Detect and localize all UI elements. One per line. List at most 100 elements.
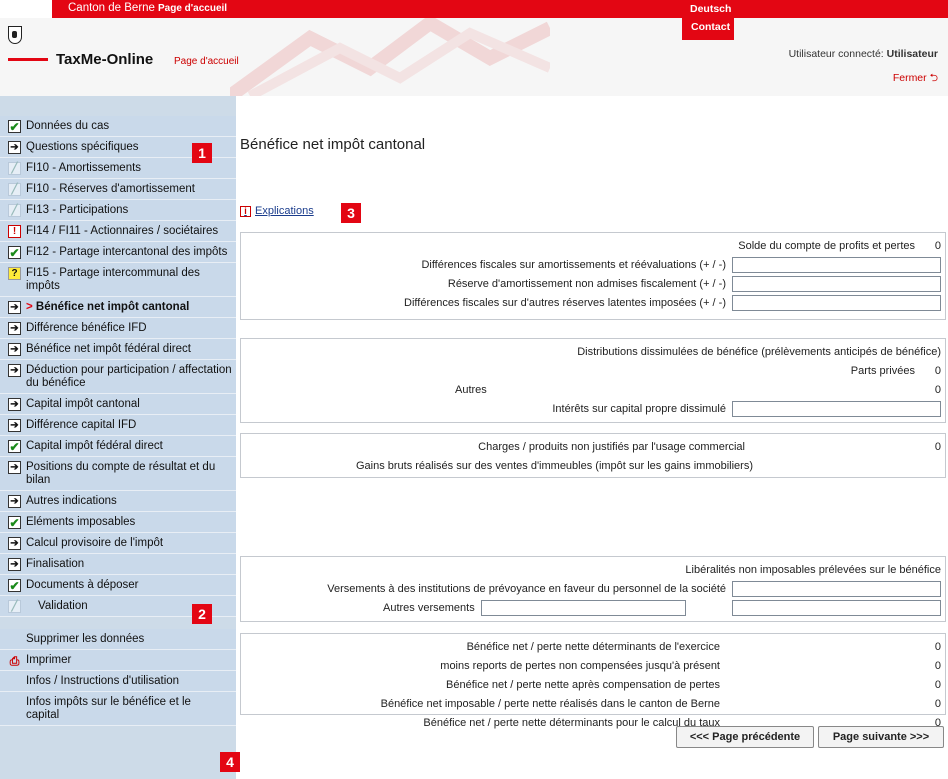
status-pencil-icon: ╱	[8, 183, 21, 196]
status-arrow-icon: ➔	[8, 537, 21, 550]
sidebar-item-text: Questions spécifiques	[26, 141, 139, 153]
sidebar-item-text: Bénéfice net impôt cantonal	[35, 301, 190, 313]
reserve-label: Réserve d'amortissement non admises fisc…	[447, 277, 726, 290]
status-arrow-icon: ➔	[8, 558, 21, 571]
sidebar-item-text: FI10 - Réserves d'amortissement	[26, 183, 196, 195]
app-title: TaxMe-Online	[56, 51, 154, 68]
result-value: 0	[934, 659, 941, 672]
distributions-label: Distributions dissimulées de bénéfice (p…	[577, 345, 941, 358]
sidebar-item[interactable]: ✔ Documents à déposer	[0, 575, 236, 596]
autres-versements-description-input[interactable]	[480, 599, 686, 616]
diff-amort-label: Différences fiscales sur amortissements …	[421, 258, 726, 271]
sidebar-item-text: Capital impôt cantonal	[26, 398, 140, 410]
sidebar-item-label: Questions spécifiques	[26, 140, 139, 154]
status-arrow-icon: ➔	[8, 398, 21, 411]
sidebar-item[interactable]: ✔ Capital impôt fédéral direct	[0, 436, 236, 457]
sidebar-item[interactable]: ? FI15 - Partage intercommunal des impôts	[0, 263, 236, 297]
next-page-button[interactable]: Page suivante >>>	[818, 726, 944, 748]
sidebar-item-text: Capital impôt fédéral direct	[26, 440, 163, 452]
interets-input[interactable]	[732, 400, 941, 417]
section-liberalites: Libéralités non imposables prélevées sur…	[240, 556, 946, 622]
sidebar-item[interactable]: ➔ Capital impôt cantonal	[0, 394, 236, 415]
reserve-input[interactable]	[732, 275, 941, 292]
autres-label: Autres	[455, 383, 487, 396]
sidebar-item[interactable]: ➔ Différence capital IFD	[0, 415, 236, 436]
sidebar-item[interactable]: ➔ Bénéfice net impôt fédéral direct	[0, 339, 236, 360]
sidebar-tool-item[interactable]: Infos / Instructions d'utilisation	[0, 671, 236, 692]
sidebar-item-label: FI10 - Amortissements	[26, 161, 141, 175]
sidebar-tool-label: Supprimer les données	[26, 633, 145, 645]
logout-label: Fermer	[892, 72, 927, 84]
diff-autres-input[interactable]	[732, 294, 941, 311]
page-title: Bénéfice net impôt cantonal	[240, 136, 426, 153]
sidebar-tool-item[interactable]: ⎙ Imprimer	[0, 650, 236, 671]
logout-icon: ⮌	[929, 72, 938, 84]
autres-versements-amount-input[interactable]	[732, 599, 941, 616]
sidebar-item[interactable]: ✔ Eléments imposables	[0, 512, 236, 533]
bern-crest-icon	[8, 26, 22, 44]
top-home-link[interactable]: Page d'accueil	[158, 3, 227, 14]
versements-label: Versements à des institutions de prévoya…	[327, 582, 726, 595]
sidebar-item[interactable]: ➔ Finalisation	[0, 554, 236, 575]
sidebar-tool-item[interactable]: Infos impôts sur le bénéfice et le capit…	[0, 692, 236, 726]
sidebar-item[interactable]: ✔ FI12 - Partage intercantonal des impôts	[0, 242, 236, 263]
explanations-label: Explications	[255, 205, 314, 217]
sidebar: ✔ Données du cas ➔ Questions spécifiques ╱ FI…	[0, 96, 236, 779]
top-bar: Canton de Berne Page d'accueil Deutsch	[0, 0, 948, 18]
status-arrow-icon: ➔	[8, 141, 21, 154]
annotation-badge-4: 4	[220, 752, 240, 772]
sidebar-item[interactable]: ➔ Différence bénéfice IFD	[0, 318, 236, 339]
status-q-icon: ?	[8, 267, 21, 280]
result-row: Bénéfice net / perte nette déterminants …	[245, 637, 941, 656]
sidebar-item-label: Finalisation	[26, 557, 84, 571]
language-link[interactable]: Deutsch	[690, 3, 731, 15]
section-benefice-net: Bénéfice net / perte nette déterminants …	[240, 633, 946, 729]
info-icon: i	[240, 205, 251, 217]
user-prefix: Utilisateur connecté:	[788, 48, 887, 60]
sidebar-item[interactable]: ➔ Calcul provisoire de l'impôt	[0, 533, 236, 554]
sidebar-item-label: Capital impôt fédéral direct	[26, 439, 163, 453]
sidebar-item-text: Documents à déposer	[26, 579, 139, 591]
sidebar-item[interactable]: ➔ Autres indications	[0, 491, 236, 512]
status-arrow-icon: ➔	[8, 495, 21, 508]
status-ok-icon: ✔	[8, 119, 21, 134]
sidebar-item[interactable]: ! FI14 / FI11 - Actionnaires / sociétaire…	[0, 221, 236, 242]
section-distributions: Distributions dissimulées de bénéfice (p…	[240, 338, 946, 423]
sidebar-item-label: Différence bénéfice IFD	[26, 321, 147, 335]
sidebar-item-label: Déduction pour participation / affectati…	[26, 363, 236, 390]
previous-page-button[interactable]: <<< Page précédente	[676, 726, 814, 748]
canton-link[interactable]: Canton de Berne	[68, 2, 155, 14]
user-name: Utilisateur	[886, 48, 938, 60]
sidebar-item-text: Bénéfice net impôt fédéral direct	[26, 343, 191, 355]
sidebar-item-text: Validation	[38, 600, 88, 612]
sidebar-item[interactable]: ✔ Données du cas	[0, 116, 236, 137]
sidebar-item[interactable]: ╱ FI10 - Réserves d'amortissement	[0, 179, 236, 200]
sidebar-item[interactable]: ╱ FI13 - Participations	[0, 200, 236, 221]
status-arrow-icon: ➔	[8, 322, 21, 335]
header-home-link[interactable]: Page d'accueil	[174, 56, 239, 67]
header-decoration	[230, 18, 550, 96]
status-arrow-icon: ➔	[8, 419, 21, 432]
sidebar-tool-item[interactable]: Supprimer les données	[0, 629, 236, 650]
versements-input[interactable]	[732, 580, 941, 597]
sidebar-item-text: Calcul provisoire de l'impôt	[26, 537, 164, 549]
status-ok-icon: ✔	[8, 439, 21, 454]
solde-value: 0	[934, 239, 941, 252]
sidebar-item-label: Validation	[26, 599, 88, 613]
logout-link[interactable]: Fermer ⮌	[893, 70, 938, 88]
result-label: Bénéfice net imposable / perte nette réa…	[380, 697, 720, 710]
sidebar-item[interactable]: ➔ > Bénéfice net impôt cantonal	[0, 297, 236, 318]
sidebar-tool-label: Infos / Instructions d'utilisation	[26, 675, 180, 687]
sidebar-item[interactable]: ➔ Positions du compte de résultat et du b…	[0, 457, 236, 491]
charges-value: 0	[934, 440, 941, 453]
status-ok-icon: ✔	[8, 515, 21, 530]
sidebar-tool-label: Infos impôts sur le bénéfice et le capit…	[26, 696, 191, 721]
result-value: 0	[934, 678, 941, 691]
contact-link[interactable]: Contact	[691, 21, 730, 33]
diff-amort-input[interactable]	[732, 256, 941, 273]
sidebar-item[interactable]: ➔ Déduction pour participation / affectat…	[0, 360, 236, 394]
explanations-link[interactable]: i Explications	[240, 205, 314, 217]
logged-in-user: Utilisateur connecté: Utilisateur	[789, 48, 938, 60]
sidebar-item-text: Eléments imposables	[26, 516, 136, 528]
status-arrow-icon: ➔	[8, 301, 21, 314]
